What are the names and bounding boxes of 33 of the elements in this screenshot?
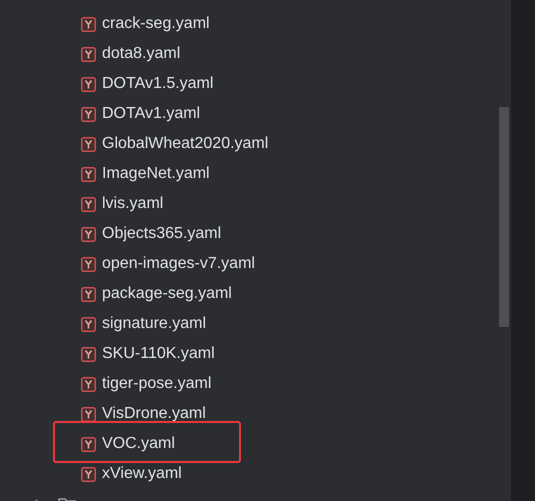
- scrollbar[interactable]: [499, 107, 509, 327]
- file-name[interactable]: DOTAv1.yaml: [102, 102, 200, 126]
- file-name[interactable]: package-seg.yaml: [102, 282, 232, 306]
- file-name[interactable]: SKU-110K.yaml: [102, 342, 215, 366]
- yaml-file-icon: [81, 136, 96, 152]
- yaml-file-icon: [81, 256, 96, 272]
- file-name[interactable]: Objects365.yaml: [102, 222, 222, 246]
- file-name[interactable]: VOC.yaml: [102, 432, 175, 456]
- yaml-file-icon: [81, 226, 96, 242]
- file-name[interactable]: tiger-pose.yaml: [102, 372, 212, 396]
- yaml-file-icon: [81, 16, 96, 32]
- yaml-file-icon: [81, 76, 96, 92]
- file-name[interactable]: ImageNet.yaml: [102, 162, 210, 186]
- file-name[interactable]: lvis.yaml: [102, 192, 164, 216]
- yaml-file-icon: [81, 406, 96, 422]
- yaml-file-icon: [81, 436, 96, 452]
- file-name[interactable]: crack-seg.yaml: [102, 12, 210, 36]
- yaml-file-icon: [81, 46, 96, 62]
- file-name[interactable]: signature.yaml: [102, 312, 206, 336]
- file-name[interactable]: open-images-v7.yaml: [102, 252, 255, 276]
- file-name[interactable]: VisDrone.yaml: [102, 402, 206, 426]
- yaml-file-icon: [81, 376, 96, 392]
- yaml-file-icon: [81, 286, 96, 302]
- file-name[interactable]: xView.yaml: [102, 462, 182, 486]
- file-name[interactable]: DOTAv1.5.yaml: [102, 72, 214, 96]
- file-name[interactable]: dota8.yaml: [102, 42, 180, 66]
- yaml-file-icon: [81, 466, 96, 482]
- yaml-file-icon: [81, 346, 96, 362]
- yaml-file-icon: [81, 166, 96, 182]
- yaml-file-icon: [81, 106, 96, 122]
- file-name[interactable]: GlobalWheat2020.yaml: [102, 132, 268, 156]
- yaml-file-icon: [81, 316, 96, 332]
- yaml-file-icon: [81, 196, 96, 212]
